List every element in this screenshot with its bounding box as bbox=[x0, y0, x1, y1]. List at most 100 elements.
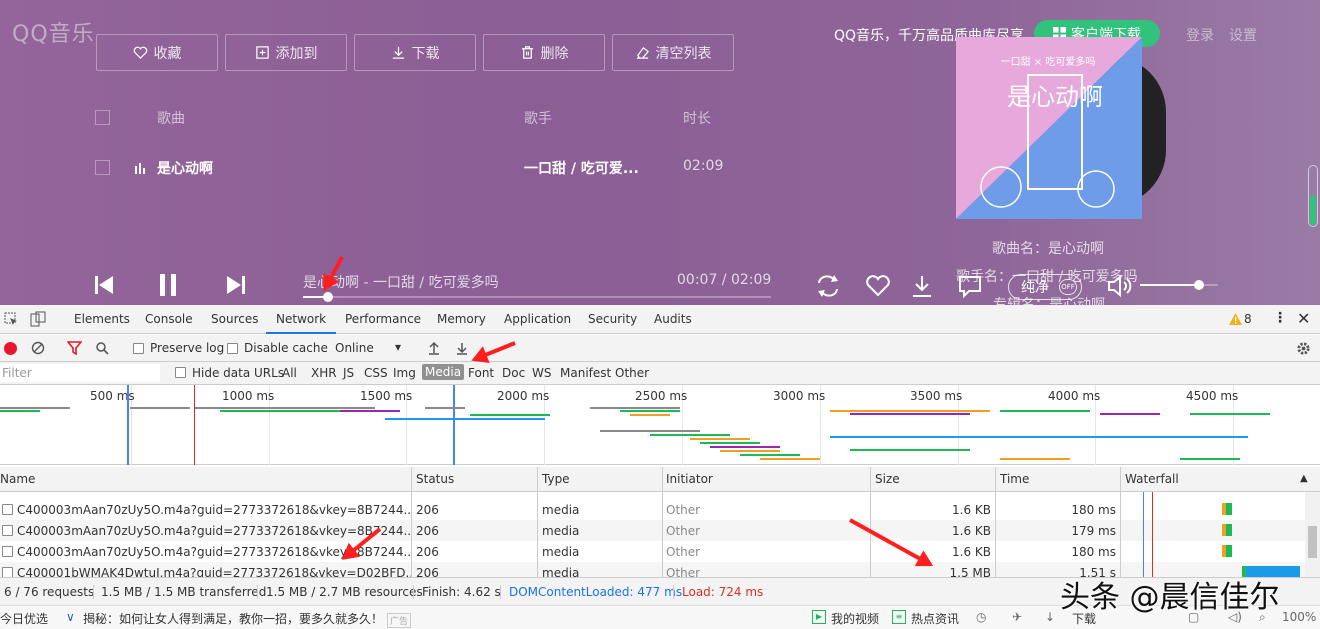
progress-bar[interactable] bbox=[303, 292, 771, 302]
tab-memory[interactable]: Memory bbox=[437, 312, 486, 326]
volume-fill bbox=[1140, 284, 1199, 286]
type-doc[interactable]: Doc bbox=[502, 366, 525, 380]
col-initiator[interactable]: Initiator bbox=[666, 472, 713, 486]
clear-icon[interactable] bbox=[31, 341, 45, 355]
player-download-icon[interactable] bbox=[909, 273, 935, 299]
request-name[interactable]: C400003mAan70zUy5O.m4a?guid=2773372618&v… bbox=[17, 503, 411, 517]
next-icon[interactable] bbox=[225, 274, 247, 296]
my-video[interactable]: 我的视频 bbox=[831, 610, 879, 627]
row-checkbox[interactable] bbox=[2, 546, 13, 557]
search-icon[interactable] bbox=[95, 341, 109, 355]
col-time[interactable]: Time bbox=[1000, 472, 1029, 486]
news-icon[interactable]: ≡ bbox=[892, 610, 906, 624]
repeat-icon[interactable] bbox=[814, 273, 842, 299]
login-link[interactable]: 登录 bbox=[1186, 25, 1214, 45]
col-status[interactable]: Status bbox=[416, 472, 454, 486]
speed-icon[interactable]: ◷ bbox=[976, 610, 986, 624]
sort-up-icon[interactable]: ▲ bbox=[1300, 473, 1308, 484]
chevron-down-icon[interactable]: ▾ bbox=[395, 340, 401, 354]
throttle-select[interactable]: Online bbox=[335, 341, 374, 355]
type-css[interactable]: CSS bbox=[364, 366, 388, 380]
tab-elements[interactable]: Elements bbox=[74, 312, 130, 326]
type-font[interactable]: Font bbox=[468, 366, 494, 380]
comment-icon[interactable] bbox=[957, 274, 983, 298]
tab-console[interactable]: Console bbox=[145, 312, 193, 326]
device-toolbar-icon[interactable] bbox=[30, 311, 46, 327]
export-icon[interactable] bbox=[456, 341, 468, 355]
type-ws[interactable]: WS bbox=[532, 366, 551, 380]
row-checkbox[interactable] bbox=[2, 504, 13, 515]
table-row[interactable]: C400003mAan70zUy5O.m4a?guid=2773372618&v… bbox=[0, 541, 1305, 562]
previous-icon[interactable] bbox=[93, 274, 115, 296]
tab-performance[interactable]: Performance bbox=[345, 312, 421, 326]
select-all-checkbox[interactable] bbox=[95, 110, 110, 125]
song-checkbox[interactable] bbox=[95, 160, 110, 175]
inspect-icon[interactable] bbox=[4, 312, 18, 326]
type-js[interactable]: JS bbox=[343, 366, 354, 380]
tab-network[interactable]: Network bbox=[266, 312, 337, 334]
settings-link[interactable]: 设置 bbox=[1229, 25, 1257, 45]
volume-icon[interactable] bbox=[1106, 274, 1134, 298]
favorite-button[interactable]: 收藏 bbox=[96, 34, 218, 71]
col-type[interactable]: Type bbox=[542, 472, 570, 486]
pin-icon[interactable]: ✈ bbox=[1012, 610, 1022, 624]
import-icon[interactable] bbox=[428, 341, 440, 355]
disable-cache-checkbox[interactable] bbox=[227, 343, 238, 354]
tab-security[interactable]: Security bbox=[588, 312, 637, 326]
more-menu-icon[interactable]: ⋮ bbox=[1273, 310, 1287, 326]
type-img[interactable]: Img bbox=[393, 366, 416, 380]
hide-data-urls-checkbox[interactable] bbox=[175, 367, 186, 378]
network-overview[interactable]: 500 ms 1000 ms 1500 ms 2000 ms 2500 ms 3… bbox=[0, 385, 1320, 465]
video-icon[interactable]: ▶ bbox=[812, 610, 826, 624]
col-name[interactable]: Name bbox=[0, 472, 35, 486]
type-media[interactable]: Media bbox=[422, 364, 465, 380]
close-icon[interactable]: ✕ bbox=[1297, 309, 1310, 328]
status-resources: 1.5 MB / 2.7 MB resources bbox=[266, 585, 423, 599]
table-row[interactable]: C400003mAan70zUy5O.m4a?guid=2773372618&v… bbox=[0, 520, 1305, 541]
song-title[interactable]: 是心动啊 bbox=[157, 158, 213, 178]
type-manifest[interactable]: Manifest bbox=[560, 366, 611, 380]
tick-1000: 1000 ms bbox=[222, 389, 275, 403]
tab-audits[interactable]: Audits bbox=[654, 312, 692, 326]
filter-input[interactable]: Filter bbox=[0, 364, 160, 382]
song-artist[interactable]: 一口甜 / 吃可爱... bbox=[524, 158, 639, 178]
row-checkbox[interactable] bbox=[2, 525, 13, 536]
add-to-button[interactable]: 添加到 bbox=[225, 34, 347, 71]
tab-application[interactable]: Application bbox=[504, 312, 571, 326]
type-all[interactable]: All bbox=[282, 366, 297, 380]
add-to-label: 添加到 bbox=[275, 45, 318, 62]
settings-gear-icon[interactable] bbox=[1296, 341, 1311, 356]
volume-slider[interactable] bbox=[1140, 280, 1218, 290]
news-ticker[interactable]: 揭秘：如何让女人得到满足，教你一招，要多久就多久！ bbox=[83, 610, 383, 627]
hot-news[interactable]: 热点资讯 bbox=[911, 610, 959, 627]
clear-list-button[interactable]: 清空列表 bbox=[612, 34, 734, 71]
table-scrollbar[interactable] bbox=[1305, 492, 1320, 577]
devtools-panel: Elements Console Sources Network Perform… bbox=[0, 305, 1320, 605]
daily-picks[interactable]: 今日优选 bbox=[0, 610, 48, 627]
table-row[interactable]: C400003mAan70zUy5O.m4a?guid=2773372618&v… bbox=[0, 499, 1305, 520]
like-icon[interactable] bbox=[865, 274, 891, 298]
col-size[interactable]: Size bbox=[875, 472, 900, 486]
lyric-scroll-indicator[interactable] bbox=[1308, 165, 1318, 227]
filter-icon[interactable] bbox=[67, 341, 82, 355]
col-waterfall[interactable]: Waterfall bbox=[1125, 472, 1179, 486]
col-artist: 歌手 bbox=[524, 111, 552, 127]
warning-icon[interactable] bbox=[1229, 313, 1242, 325]
pause-icon[interactable] bbox=[157, 272, 179, 298]
pure-mode-toggle[interactable]: 纯净 OFF bbox=[1008, 274, 1082, 300]
record-icon[interactable] bbox=[4, 342, 17, 355]
trash-icon bbox=[521, 46, 533, 59]
waterfall-load-line bbox=[1152, 492, 1153, 577]
chevron-down-icon[interactable]: ∨ bbox=[66, 610, 75, 624]
type-other[interactable]: Other bbox=[615, 366, 649, 380]
type-xhr[interactable]: XHR bbox=[311, 366, 337, 380]
delete-button[interactable]: 删除 bbox=[483, 34, 605, 71]
preserve-log-checkbox[interactable] bbox=[133, 343, 144, 354]
download-button[interactable]: 下载 bbox=[354, 34, 476, 71]
download-arrow-icon[interactable]: ↓ bbox=[1045, 610, 1055, 624]
warning-count[interactable]: 8 bbox=[1244, 312, 1252, 326]
tab-sources[interactable]: Sources bbox=[211, 312, 258, 326]
request-name[interactable]: C400003mAan70zUy5O.m4a?guid=2773372618&v… bbox=[17, 524, 411, 538]
zoom-level[interactable]: 100% bbox=[1282, 610, 1316, 624]
volume-knob[interactable] bbox=[1193, 280, 1204, 290]
